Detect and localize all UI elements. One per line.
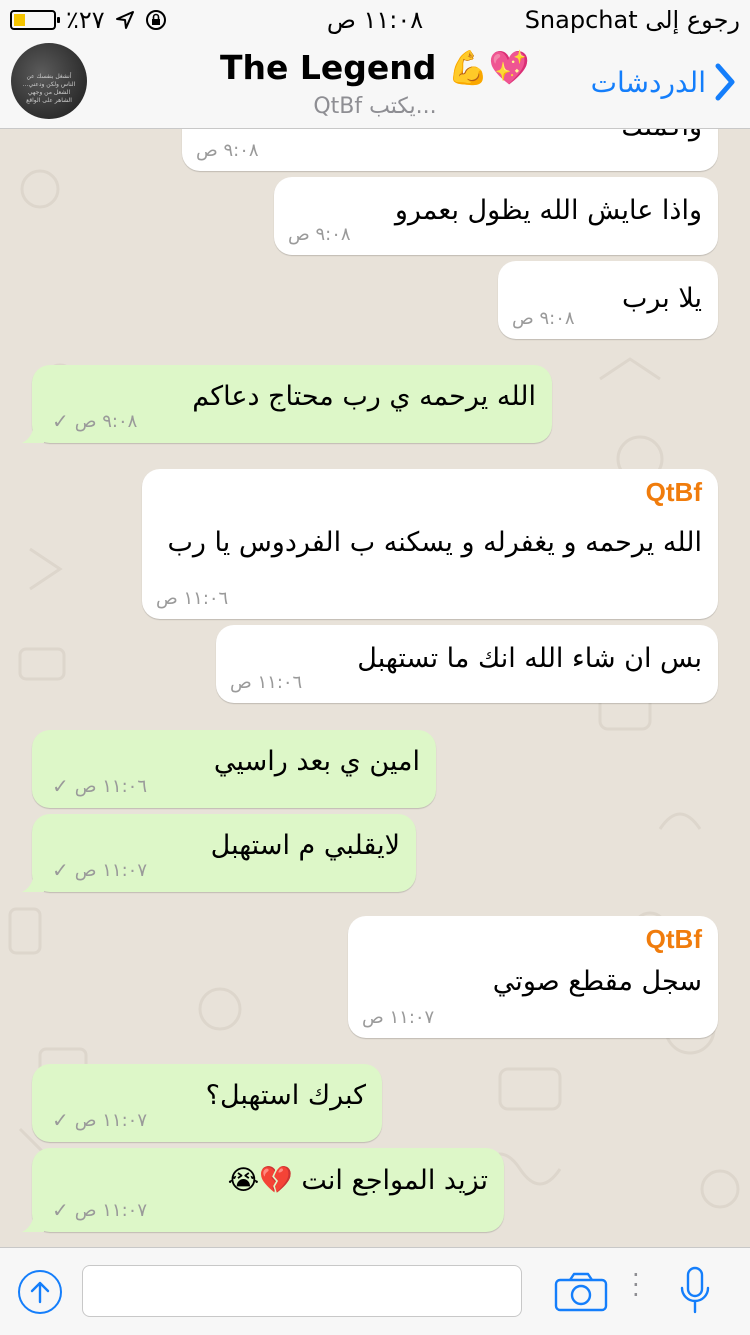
message-text: تزيد المواجع انت 💔😭 <box>227 1165 488 1196</box>
message-text: يلا برب <box>621 283 702 314</box>
message-meta: ✓ ١١:٠٧ ص <box>52 1198 147 1222</box>
message-text: واكملك <box>621 129 702 142</box>
back-to-app[interactable]: رجوع إلى Snapchat <box>525 6 740 34</box>
message-bubble-outgoing[interactable]: لايقلبي م استهبل ✓ ١١:٠٧ ص <box>22 814 416 892</box>
delivered-check-icon: ✓ <box>52 409 69 433</box>
message-time: ١١:٠٧ ص <box>362 1007 435 1028</box>
message-time: ٩:٠٨ ص <box>288 224 351 245</box>
message-meta: ✓ ١١:٠٧ ص <box>52 1108 147 1132</box>
status-bar: ٪٢٧ ١١:٠٨ ص رجوع إلى Snapchat <box>0 0 750 40</box>
message-bubble-incoming[interactable]: واذا عايش الله يظول بعمرو ٩:٠٨ ص <box>274 177 718 255</box>
arrow-up-icon <box>30 1281 50 1304</box>
chevron-right-icon <box>715 63 735 101</box>
back-to-chats-button[interactable]: الدردشات <box>591 62 736 102</box>
message-text: الله يرحمه و يغفرله و يسكنه ب الفردوس يا… <box>167 527 702 558</box>
message-time: ١١:٠٦ ص <box>156 588 229 609</box>
message-meta: ✓ ١١:٠٦ ص <box>52 774 147 798</box>
message-time: ١١:٠٦ ص <box>230 672 303 693</box>
message-bubble-outgoing[interactable]: تزيد المواجع انت 💔😭 ✓ ١١:٠٧ ص <box>22 1148 504 1232</box>
message-meta: ✓ ١١:٠٧ ص <box>52 858 147 882</box>
message-bubble-outgoing[interactable]: امين ي بعد راسيي ✓ ١١:٠٦ ص <box>32 730 436 808</box>
message-time: ١١:٠٦ ص <box>74 775 147 797</box>
back-label: الدردشات <box>590 65 706 99</box>
sender-name: QtBf <box>645 924 702 954</box>
bubble-tail <box>22 421 44 443</box>
bubble-tail <box>22 870 44 892</box>
message-composer: · · · <box>0 1247 750 1335</box>
message-text: الله يرحمه ي رب محتاج دعاكم <box>192 381 536 412</box>
bubble-tail <box>22 1210 44 1232</box>
message-text: كبرك استهبل؟ <box>205 1080 366 1111</box>
message-bubble-incoming[interactable]: واكملك ٩:٠٨ ص <box>182 129 718 171</box>
more-dots-icon: · · · <box>632 1261 640 1309</box>
microphone-icon[interactable] <box>678 1266 712 1316</box>
attach-button[interactable] <box>18 1270 62 1314</box>
message-bubble-incoming[interactable]: QtBf الله يرحمه و يغفرله و يسكنه ب الفرد… <box>142 469 718 619</box>
message-time: ١١:٠٧ ص <box>74 1199 147 1221</box>
delivered-check-icon: ✓ <box>52 858 69 882</box>
message-meta: ✓ ٩:٠٨ ص <box>52 409 137 433</box>
chat-header: أنشغل بنفسك عن الناس ولكن ودعني... الشعل… <box>0 40 750 129</box>
message-time: ٩:٠٨ ص <box>196 140 259 161</box>
message-text: سجل مقطع صوتي <box>492 966 702 997</box>
message-text: بس ان شاء الله انك ما تستهبل <box>357 643 702 674</box>
message-text: لايقلبي م استهبل <box>210 830 400 861</box>
message-text: واذا عايش الله يظول بعمرو <box>394 195 702 226</box>
message-text: امين ي بعد راسيي <box>213 746 420 777</box>
message-bubble-incoming[interactable]: بس ان شاء الله انك ما تستهبل ١١:٠٦ ص <box>216 625 718 703</box>
chat-area[interactable]: واكملك ٩:٠٨ ص واذا عايش الله يظول بعمرو … <box>0 129 750 1247</box>
message-time: ١١:٠٧ ص <box>74 1109 147 1131</box>
message-time: ٩:٠٨ ص <box>74 410 138 432</box>
delivered-check-icon: ✓ <box>52 1198 69 1222</box>
message-time: ٩:٠٨ ص <box>512 308 575 329</box>
delivered-check-icon: ✓ <box>52 774 69 798</box>
message-time: ١١:٠٧ ص <box>74 859 147 881</box>
message-bubble-incoming[interactable]: QtBf سجل مقطع صوتي ١١:٠٧ ص <box>348 916 718 1038</box>
message-bubble-incoming[interactable]: يلا برب ٩:٠٨ ص <box>498 261 718 339</box>
sender-name: QtBf <box>645 477 702 507</box>
delivered-check-icon: ✓ <box>52 1108 69 1132</box>
camera-icon[interactable] <box>554 1272 608 1312</box>
message-bubble-outgoing[interactable]: الله يرحمه ي رب محتاج دعاكم ✓ ٩:٠٨ ص <box>22 365 552 443</box>
message-bubble-outgoing[interactable]: كبرك استهبل؟ ✓ ١١:٠٧ ص <box>32 1064 382 1142</box>
message-input[interactable] <box>82 1265 522 1317</box>
